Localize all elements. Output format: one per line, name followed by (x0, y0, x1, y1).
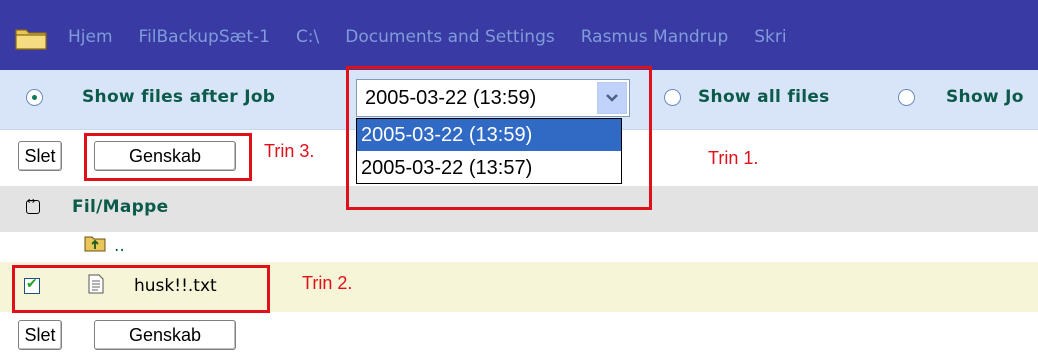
annotation-step2: Trin 2. (302, 273, 353, 293)
annotation-box-step3 (84, 133, 252, 181)
breadcrumb-documents[interactable]: Documents and Settings (345, 27, 554, 47)
annotation-box-step1 (346, 66, 652, 210)
parent-folder-row[interactable]: .. (0, 232, 1038, 262)
radio-show-jobs[interactable] (898, 89, 915, 106)
annotation-step3: Trin 3. (264, 141, 315, 161)
folder-icon (15, 29, 47, 50)
label-show-jobs: Show Jo (946, 87, 1024, 107)
breadcrumb-more[interactable]: Skri (754, 27, 786, 47)
annotation-step1: Trin 1. (708, 148, 759, 168)
breadcrumb-user[interactable]: Rasmus Mandrup (581, 27, 729, 47)
breadcrumb-backupset[interactable]: FilBackupSæt-1 (139, 27, 270, 47)
radio-show-after-job[interactable] (26, 89, 43, 106)
column-header-file-folder: Fil/Mappe (72, 197, 169, 217)
folder-up-icon (84, 236, 106, 252)
breadcrumb-home[interactable]: Hjem (68, 27, 113, 47)
annotation-box-step2 (12, 265, 270, 313)
radio-show-all-files[interactable] (664, 89, 681, 106)
label-show-all-files: Show all files (698, 87, 830, 107)
breadcrumb: Hjem FilBackupSæt-1 C:\ Documents and Se… (0, 0, 1038, 70)
delete-button[interactable]: Slet (18, 141, 62, 171)
delete-button-bottom[interactable]: Slet (18, 320, 62, 350)
breadcrumb-drive[interactable]: C:\ (296, 27, 319, 47)
label-show-after-job: Show files after Job (82, 87, 276, 107)
parent-folder-label: .. (114, 236, 125, 256)
restore-button-bottom[interactable]: Genskab (94, 320, 236, 350)
collapse-toggle-icon[interactable] (26, 196, 40, 214)
